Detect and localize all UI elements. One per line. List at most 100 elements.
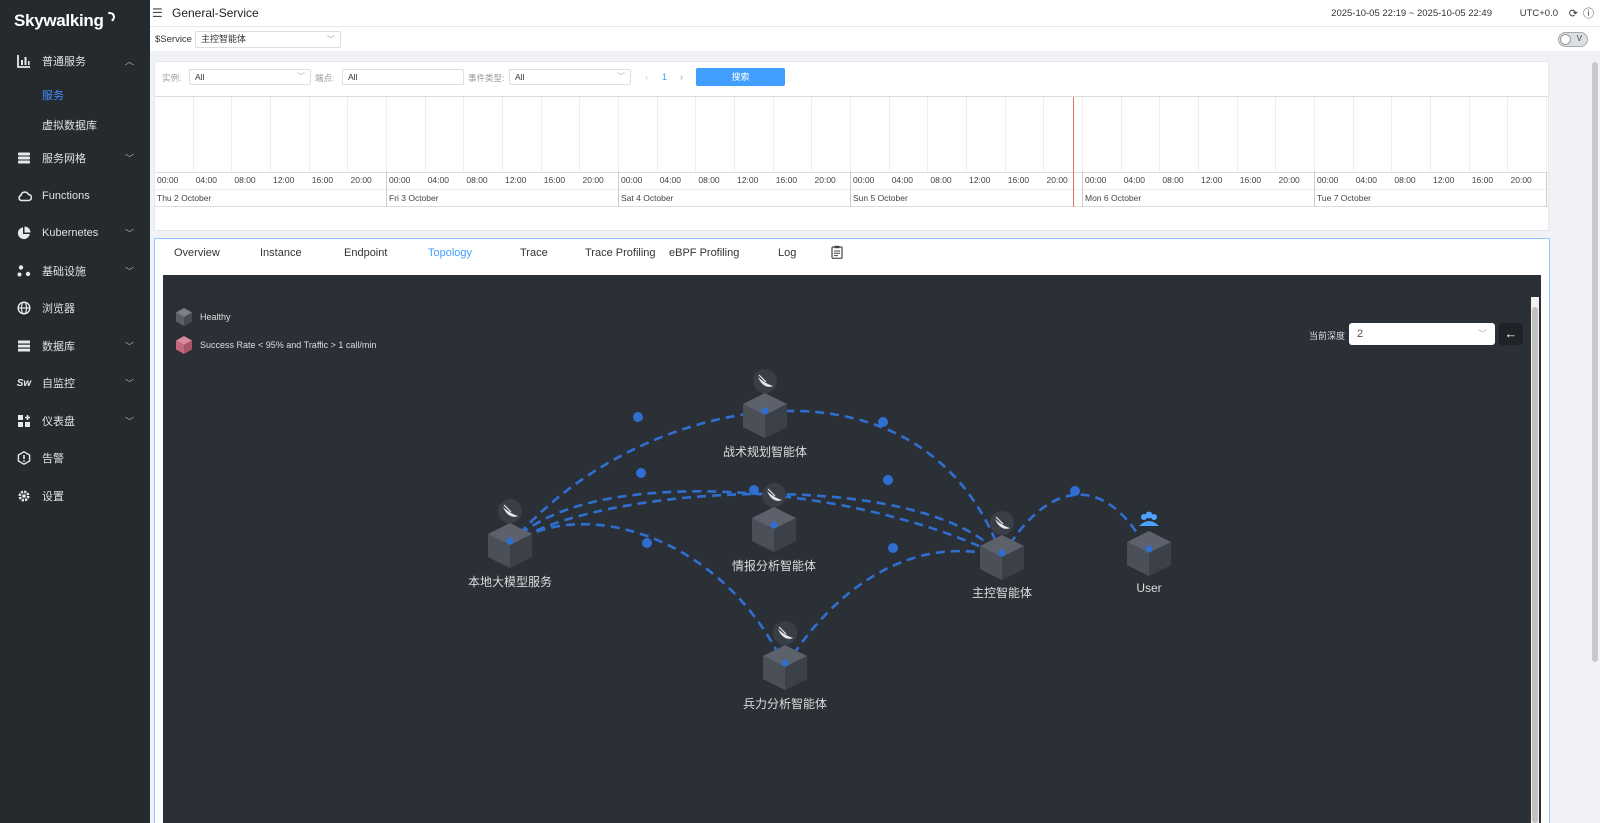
topology-node-label[interactable]: User <box>1136 581 1161 595</box>
timeline-hour-label: 20:00 <box>814 175 836 185</box>
timeline-day-label: Fri 3 October <box>389 193 439 203</box>
service-selector-bar: $Service 主控智能体 ﹀ V <box>150 27 1600 51</box>
sidebar-item-browser[interactable]: 浏览器 <box>0 290 150 328</box>
topology-canvas[interactable]: Healthy Success Rate < 95% and Traffic >… <box>163 275 1541 823</box>
sidebar-item-infrastructure[interactable]: 基础设施 ﹀ <box>0 252 150 290</box>
event-type-select[interactable]: All ﹀ <box>509 69 631 85</box>
menu-toggle-icon[interactable]: ☰ <box>152 6 166 20</box>
cloud-icon <box>16 188 32 204</box>
top-header: ☰ General-Service 2025-10-05 22:19 ~ 202… <box>150 0 1600 27</box>
timeline-hour-label: 00:00 <box>157 175 179 185</box>
prev-page-icon[interactable]: ‹ <box>645 72 648 82</box>
topology-link[interactable] <box>1000 493 1151 558</box>
time-range[interactable]: 2025-10-05 22:19 ~ 2025-10-05 22:49 <box>1331 8 1492 19</box>
sidebar-item-alerts[interactable]: 告警 <box>0 440 150 478</box>
event-timeline[interactable]: 00:00 04:00 08:00 12:00 16:00 20:00 Thu 2 Octo… <box>155 96 1548 207</box>
timeline-day: 00:00 04:00 08:00 12:00 16:00 20:00 Tue 7 Octo… <box>1315 97 1548 207</box>
toggle-label: V <box>1576 34 1582 43</box>
sidebar-subitem-virtual-database[interactable]: 虚拟数据库 <box>0 110 150 140</box>
link-call-dot[interactable] <box>888 543 898 553</box>
timeline-hour-label: 04:00 <box>891 175 913 185</box>
tab-trace-profiling[interactable]: Trace Profiling <box>585 247 656 259</box>
sidebar-item-settings[interactable]: 设置 <box>0 477 150 515</box>
page-number[interactable]: 1 <box>662 72 667 82</box>
topology-node-label[interactable]: 情报分析智能体 <box>732 557 816 574</box>
topology-node[interactable] <box>763 621 807 691</box>
timeline-hour-column <box>1160 97 1200 172</box>
timeline-hour-label: 16:00 <box>1239 175 1262 185</box>
timeline-hour-label: 08:00 <box>1162 175 1184 185</box>
link-call-dot[interactable] <box>749 485 759 495</box>
timeline-hour-label: 04:00 <box>195 175 217 185</box>
topology-node[interactable] <box>1127 507 1171 577</box>
topology-link[interactable] <box>783 549 1003 668</box>
clipboard-icon[interactable] <box>831 245 843 262</box>
timeline-hour-column <box>851 97 890 172</box>
sidebar-item-general-service[interactable]: 普通服务 ︿ <box>0 42 150 80</box>
timeline-hour-column <box>1354 97 1393 172</box>
search-button[interactable]: 搜索 <box>696 68 785 86</box>
timeline-hour-column <box>928 97 968 172</box>
timezone-label[interactable]: UTC+0.0 <box>1520 8 1558 19</box>
timeline-hour-column <box>1238 97 1277 172</box>
link-call-dot[interactable] <box>642 538 652 548</box>
timeline-hour-label: 08:00 <box>698 175 720 185</box>
link-call-dot[interactable] <box>636 468 646 478</box>
chevron-down-icon: ﹀ <box>326 34 335 44</box>
refresh-icon[interactable]: ⟳ <box>1569 7 1578 20</box>
sidebar-item-label: Functions <box>42 189 90 202</box>
instance-select-value: All <box>195 72 205 82</box>
sidebar-item-label: 基础设施 <box>42 265 86 278</box>
sidebar-item-database[interactable]: 数据库 ﹀ <box>0 327 150 365</box>
sidebar-subitem-service[interactable]: 服务 <box>0 80 150 110</box>
sidebar-item-service-mesh[interactable]: 服务网格 ﹀ <box>0 140 150 178</box>
timeline-hour-label: 12:00 <box>1201 175 1223 185</box>
timeline-hour-column <box>232 97 272 172</box>
dashboard-grid-icon <box>16 413 32 429</box>
timeline-hour-label: 12:00 <box>273 175 295 185</box>
topology-node[interactable] <box>488 499 532 569</box>
link-call-dot[interactable] <box>878 417 888 427</box>
topology-node-label[interactable]: 本地大模型服务 <box>468 573 552 590</box>
topology-graph[interactable] <box>163 275 1531 823</box>
service-select[interactable]: 主控智能体 ﹀ <box>194 30 341 48</box>
link-call-dot[interactable] <box>633 412 643 422</box>
topology-scrollbar[interactable] <box>1531 297 1539 823</box>
sidebar-item-label: 仪表盘 <box>42 415 75 428</box>
sidebar-item-label: 自监控 <box>42 378 75 391</box>
endpoint-input[interactable]: All <box>342 69 464 85</box>
info-icon[interactable]: ⓘ <box>1583 5 1594 21</box>
skywalking-logo[interactable]: Skywalking <box>0 0 150 42</box>
topology-node-label[interactable]: 主控智能体 <box>972 584 1032 601</box>
instance-filter-label: 实例: <box>162 73 182 83</box>
next-page-icon[interactable]: › <box>680 72 683 82</box>
timeline-hour-label: 12:00 <box>969 175 991 185</box>
endpoint-input-value: All <box>348 72 358 82</box>
instance-select[interactable]: All ﹀ <box>189 69 311 85</box>
sidebar-item-label: 数据库 <box>42 340 75 353</box>
tab-trace[interactable]: Trace <box>520 247 548 259</box>
topology-node-label[interactable]: 兵力分析智能体 <box>743 695 827 712</box>
link-call-dot[interactable] <box>883 475 893 485</box>
tab-instance[interactable]: Instance <box>260 247 302 259</box>
link-call-dot[interactable] <box>1070 486 1080 496</box>
page-title: General-Service <box>172 6 259 20</box>
sidebar-item-dashboard[interactable]: 仪表盘 ﹀ <box>0 402 150 440</box>
topology-node[interactable] <box>743 369 787 439</box>
sidebar-item-self-observability[interactable]: Sw 自监控 ﹀ <box>0 365 150 403</box>
sidebar-item-label: 浏览器 <box>42 303 75 316</box>
chevron-up-icon: ︿ <box>124 56 134 67</box>
edit-mode-toggle[interactable]: V <box>1558 32 1588 47</box>
tab-endpoint[interactable]: Endpoint <box>344 247 387 259</box>
page-scrollbar[interactable] <box>1592 62 1598 662</box>
tab-overview[interactable]: Overview <box>174 247 220 259</box>
sidebar-item-functions[interactable]: Functions <box>0 177 150 215</box>
topology-node-label[interactable]: 战术规划智能体 <box>723 443 807 460</box>
scrollbar-thumb[interactable] <box>1532 307 1538 823</box>
tab-log[interactable]: Log <box>778 247 796 259</box>
service-label: $Service <box>155 33 192 45</box>
tab-ebpf-profiling[interactable]: eBPF Profiling <box>669 247 739 259</box>
tab-topology[interactable]: Topology <box>428 247 472 259</box>
sidebar-item-kubernetes[interactable]: Kubernetes ﹀ <box>0 215 150 253</box>
timeline-day-label: Tue 7 October <box>1317 193 1372 203</box>
